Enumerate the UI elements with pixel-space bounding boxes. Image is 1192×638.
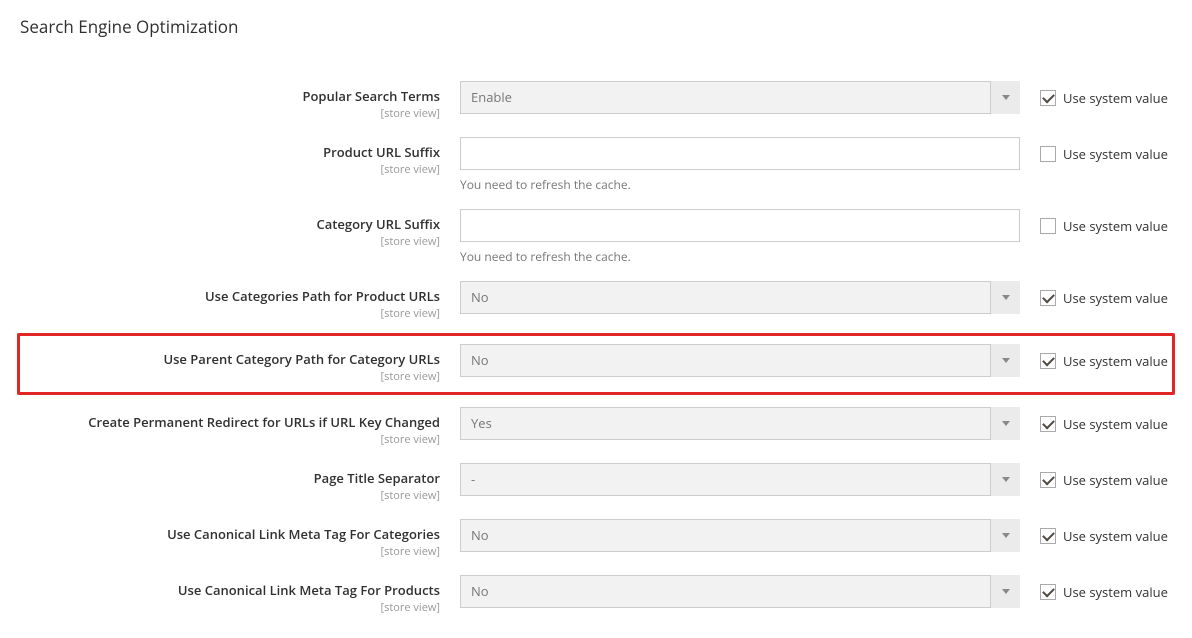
checkbox-col: Use system value	[1020, 81, 1168, 107]
select-wrap: Yes	[460, 407, 1020, 440]
label-col: Page Title Separator [store view]	[20, 463, 460, 503]
row-cat-path-product: Use Categories Path for Product URLs [st…	[20, 273, 1172, 329]
select-wrap: Enable	[460, 81, 1020, 114]
row-canon-cat: Use Canonical Link Meta Tag For Categori…	[20, 511, 1172, 567]
label-col: Popular Search Terms [store view]	[20, 81, 460, 121]
field-label: Use Canonical Link Meta Tag For Products	[178, 581, 440, 599]
label-col: Use Canonical Link Meta Tag For Categori…	[20, 519, 460, 559]
field-scope: [store view]	[20, 162, 440, 177]
field-note: You need to refresh the cache.	[460, 176, 1020, 193]
canon-prod-select[interactable]: No	[460, 575, 1020, 608]
field-label: Product URL Suffix	[323, 143, 440, 161]
use-system-checkbox[interactable]	[1040, 90, 1056, 106]
field-note: You need to refresh the cache.	[460, 248, 1020, 265]
input-col: No	[460, 344, 1020, 377]
row-category-suffix: Category URL Suffix [store view] You nee…	[20, 201, 1172, 273]
use-system-label[interactable]: Use system value	[1063, 471, 1168, 489]
title-sep-select[interactable]: -	[460, 463, 1020, 496]
field-label: Create Permanent Redirect for URLs if UR…	[88, 413, 440, 431]
select-wrap: -	[460, 463, 1020, 496]
field-scope: [store view]	[20, 544, 440, 559]
checkbox-col: Use system value	[1020, 407, 1168, 433]
use-system-checkbox[interactable]	[1040, 472, 1056, 488]
checkbox-col: Use system value	[1020, 209, 1168, 235]
row-canon-prod: Use Canonical Link Meta Tag For Products…	[20, 567, 1172, 623]
field-label: Page Title Separator	[314, 469, 440, 487]
field-scope: [store view]	[20, 488, 440, 503]
use-system-label[interactable]: Use system value	[1063, 527, 1168, 545]
use-system-checkbox[interactable]	[1040, 218, 1056, 234]
field-label: Use Parent Category Path for Category UR…	[163, 350, 440, 368]
checkbox-col: Use system value	[1020, 575, 1168, 601]
use-system-label[interactable]: Use system value	[1063, 415, 1168, 433]
popular-terms-select[interactable]: Enable	[460, 81, 1020, 114]
input-col: You need to refresh the cache.	[460, 137, 1020, 193]
label-col: Product URL Suffix [store view]	[20, 137, 460, 177]
field-scope: [store view]	[20, 234, 440, 249]
field-scope: [store view]	[20, 306, 440, 321]
field-label: Use Canonical Link Meta Tag For Categori…	[167, 525, 440, 543]
form-rows: Popular Search Terms [store view] Enable…	[20, 73, 1172, 623]
use-system-checkbox[interactable]	[1040, 146, 1056, 162]
category-suffix-input[interactable]	[460, 209, 1020, 242]
label-col: Category URL Suffix [store view]	[20, 209, 460, 249]
section-title: Search Engine Optimization	[20, 15, 1172, 38]
select-wrap: No	[460, 519, 1020, 552]
field-scope: [store view]	[20, 369, 440, 384]
use-system-checkbox[interactable]	[1040, 416, 1056, 432]
canon-cat-select[interactable]: No	[460, 519, 1020, 552]
label-col: Create Permanent Redirect for URLs if UR…	[20, 407, 460, 447]
parent-cat-path-select[interactable]: No	[460, 344, 1020, 377]
use-system-checkbox[interactable]	[1040, 290, 1056, 306]
field-scope: [store view]	[20, 106, 440, 121]
input-col: -	[460, 463, 1020, 496]
perm-redirect-select[interactable]: Yes	[460, 407, 1020, 440]
checkbox-col: Use system value	[1020, 519, 1168, 545]
select-wrap: No	[460, 575, 1020, 608]
row-parent-cat-path: Use Parent Category Path for Category UR…	[17, 333, 1175, 395]
use-system-label[interactable]: Use system value	[1063, 289, 1168, 307]
use-system-label[interactable]: Use system value	[1063, 145, 1168, 163]
use-system-label[interactable]: Use system value	[1063, 217, 1168, 235]
checkbox-col: Use system value	[1020, 137, 1168, 163]
label-col: Use Parent Category Path for Category UR…	[20, 344, 460, 384]
input-col: No	[460, 519, 1020, 552]
input-col: Enable	[460, 81, 1020, 114]
select-wrap: No	[460, 281, 1020, 314]
input-col: Yes	[460, 407, 1020, 440]
use-system-checkbox[interactable]	[1040, 353, 1056, 369]
field-scope: [store view]	[20, 432, 440, 447]
checkbox-col: Use system value	[1020, 344, 1168, 370]
row-product-suffix: Product URL Suffix [store view] You need…	[20, 129, 1172, 201]
input-col: You need to refresh the cache.	[460, 209, 1020, 265]
field-label: Use Categories Path for Product URLs	[205, 287, 440, 305]
product-suffix-input[interactable]	[460, 137, 1020, 170]
field-label: Popular Search Terms	[303, 87, 441, 105]
checkbox-col: Use system value	[1020, 281, 1168, 307]
select-wrap: No	[460, 344, 1020, 377]
row-popular-terms: Popular Search Terms [store view] Enable…	[20, 73, 1172, 129]
use-system-label[interactable]: Use system value	[1063, 352, 1168, 370]
use-system-label[interactable]: Use system value	[1063, 583, 1168, 601]
use-system-checkbox[interactable]	[1040, 584, 1056, 600]
row-perm-redirect: Create Permanent Redirect for URLs if UR…	[20, 399, 1172, 455]
field-label: Category URL Suffix	[317, 215, 441, 233]
use-system-label[interactable]: Use system value	[1063, 89, 1168, 107]
checkbox-col: Use system value	[1020, 463, 1168, 489]
label-col: Use Categories Path for Product URLs [st…	[20, 281, 460, 321]
label-col: Use Canonical Link Meta Tag For Products…	[20, 575, 460, 615]
row-title-sep: Page Title Separator [store view] - Use …	[20, 455, 1172, 511]
input-col: No	[460, 575, 1020, 608]
input-col: No	[460, 281, 1020, 314]
field-scope: [store view]	[20, 600, 440, 615]
cat-path-product-select[interactable]: No	[460, 281, 1020, 314]
